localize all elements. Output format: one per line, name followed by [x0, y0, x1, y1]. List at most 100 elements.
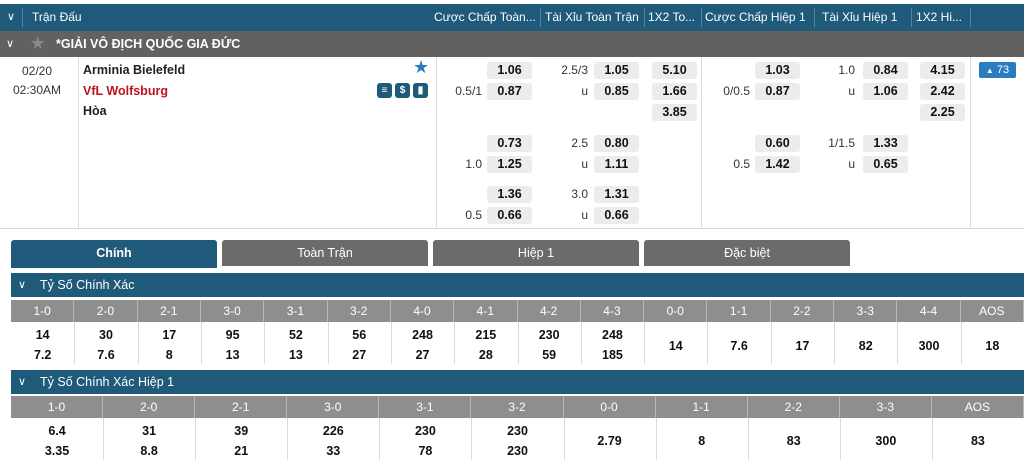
collapse-all-chevron-icon[interactable]: ∨ [7, 4, 15, 31]
stream-icon[interactable]: ≡ [377, 83, 392, 98]
cs1-odds-3-3[interactable]: 300 [840, 434, 932, 448]
ah-home-odds-3[interactable]: 1.36 [487, 186, 532, 203]
cs1-odds-1-1[interactable]: 8 [656, 434, 748, 448]
cs-header-3-1: 3-1 [264, 300, 328, 322]
cs1-odds-2-0-home[interactable]: 31 [103, 424, 195, 438]
h1-ah-away-odds-2[interactable]: 1.42 [755, 156, 800, 173]
tab-main[interactable]: Chính [11, 240, 217, 266]
h1-ou-line-1: 1.0 [838, 63, 855, 77]
league-row[interactable]: ∨ ★ *GIẢI VÔ ĐỊCH QUỐC GIA ĐỨC [0, 31, 1024, 57]
cs-odds-3-0-away[interactable]: 13 [201, 348, 264, 362]
cs-odds-3-3[interactable]: 82 [834, 339, 897, 353]
cs1-odds-3-0-home[interactable]: 226 [287, 424, 379, 438]
cs-odds-4-0-home[interactable]: 248 [391, 328, 454, 342]
correct-score-h1-title: Tỷ Số Chính Xác Hiệp 1 [40, 375, 175, 389]
cs1-odds-3-2-away[interactable]: 230 [471, 444, 563, 458]
tab-full-match[interactable]: Toàn Trận [222, 240, 428, 266]
h1-ou-over-odds-2[interactable]: 1.33 [863, 135, 908, 152]
cs-odds-4-1-away[interactable]: 28 [454, 348, 517, 362]
cs1-odds-0-0[interactable]: 2.79 [564, 434, 656, 448]
ou-over-odds-2[interactable]: 0.80 [594, 135, 639, 152]
cs-odds-3-1-home[interactable]: 52 [264, 328, 327, 342]
cs-odds-1-1[interactable]: 7.6 [707, 339, 770, 353]
1x2-draw-odds[interactable]: 3.85 [652, 104, 697, 121]
cs1-odds-3-1-home[interactable]: 230 [379, 424, 471, 438]
cs-odds-4-4[interactable]: 300 [897, 339, 960, 353]
cs-odds-1-0-away[interactable]: 7.2 [11, 348, 74, 362]
1x2-home-odds[interactable]: 5.10 [652, 62, 697, 79]
h1-ah-home-odds-1[interactable]: 1.03 [755, 62, 800, 79]
cs-odds-4-2-home[interactable]: 230 [518, 328, 581, 342]
cs1-odds-3-2-home[interactable]: 230 [471, 424, 563, 438]
tab-special[interactable]: Đặc biệt [644, 240, 850, 266]
cs-odds-4-3-home[interactable]: 248 [581, 328, 644, 342]
ah-away-odds-3[interactable]: 0.66 [487, 207, 532, 224]
h1-ou-under-odds-2[interactable]: 0.65 [863, 156, 908, 173]
cs-odds-0-0[interactable]: 14 [644, 339, 707, 353]
correct-score-h1-section-header[interactable]: ∨ Tỷ Số Chính Xác Hiệp 1 [11, 370, 1024, 394]
cs-odds-2-0-away[interactable]: 7.6 [74, 348, 137, 362]
home-team-name[interactable]: Arminia Bielefeld [83, 63, 185, 77]
ou-over-odds-1[interactable]: 1.05 [594, 62, 639, 79]
cs-odds-4-2-away[interactable]: 59 [518, 348, 581, 362]
cs-odds-3-2-away[interactable]: 27 [328, 348, 391, 362]
cs-odds-4-0-away[interactable]: 27 [391, 348, 454, 362]
ah-away-odds-2[interactable]: 1.25 [487, 156, 532, 173]
cs1-odds-aos[interactable]: 83 [932, 434, 1024, 448]
cs-odds-1-0-home[interactable]: 14 [11, 328, 74, 342]
h1-ah-home-odds-2[interactable]: 0.60 [755, 135, 800, 152]
cs-header-2-0: 2-0 [74, 300, 138, 322]
correct-score-h1-header-row: 1-0 2-0 2-1 3-0 3-1 3-2 0-0 1-1 2-2 3-3 AOS [11, 396, 1024, 418]
h1-1x2-home-odds[interactable]: 4.15 [920, 62, 965, 79]
cs1-odds-3-0-away[interactable]: 33 [287, 444, 379, 458]
stats-chart-icon[interactable]: ▮ [413, 83, 428, 98]
section-collapse-chevron-icon[interactable]: ∨ [18, 273, 26, 297]
cs-odds-aos[interactable]: 18 [961, 339, 1024, 353]
cs1-header-1-1: 1-1 [656, 396, 748, 418]
section-h1-collapse-chevron-icon[interactable]: ∨ [18, 370, 26, 394]
ou-under-label-3: u [581, 208, 588, 222]
cs-odds-2-1-home[interactable]: 17 [138, 328, 201, 342]
cs-odds-3-1-away[interactable]: 13 [264, 348, 327, 362]
cs1-odds-2-1-home[interactable]: 39 [195, 424, 287, 438]
col-header-1x2-full: 1X2 To... [648, 10, 696, 24]
cs1-odds-1-0-home[interactable]: 6.4 [11, 424, 103, 438]
away-team-name[interactable]: VfL Wolfsburg [83, 84, 168, 98]
cs-odds-3-2-home[interactable]: 56 [328, 328, 391, 342]
odds-dollar-icon[interactable]: $ [395, 83, 410, 98]
more-markets-button[interactable]: ▲ 73 [979, 62, 1016, 78]
1x2-away-odds[interactable]: 1.66 [652, 83, 697, 100]
ou-under-odds-2[interactable]: 1.11 [594, 156, 639, 173]
ah-home-odds-1[interactable]: 1.06 [487, 62, 532, 79]
cs-odds-4-3-away[interactable]: 185 [581, 348, 644, 362]
match-favorite-star-icon[interactable]: ★ [413, 57, 429, 78]
h1-ou-over-odds-1[interactable]: 0.84 [863, 62, 908, 79]
cs1-odds-1-0-away[interactable]: 3.35 [11, 444, 103, 458]
match-column-header: Trận Đấu [32, 10, 82, 24]
cs-odds-2-0-home[interactable]: 30 [74, 328, 137, 342]
ah-away-odds-1[interactable]: 0.87 [487, 83, 532, 100]
tab-first-half[interactable]: Hiệp 1 [433, 240, 639, 266]
cs-header-4-3: 4-3 [581, 300, 645, 322]
ou-over-odds-3[interactable]: 1.31 [594, 186, 639, 203]
ou-under-odds-3[interactable]: 0.66 [594, 207, 639, 224]
h1-ou-under-odds-1[interactable]: 1.06 [863, 83, 908, 100]
cs-odds-2-2[interactable]: 17 [771, 339, 834, 353]
cs-header-0-0: 0-0 [644, 300, 708, 322]
league-collapse-chevron-icon[interactable]: ∨ [6, 31, 14, 57]
cs1-odds-2-2[interactable]: 83 [748, 434, 840, 448]
h1-1x2-away-odds[interactable]: 2.42 [920, 83, 965, 100]
correct-score-section-header[interactable]: ∨ Tỷ Số Chính Xác [11, 273, 1024, 297]
cs-odds-2-1-away[interactable]: 8 [138, 348, 201, 362]
league-favorite-star-icon[interactable]: ★ [31, 31, 44, 57]
h1-ah-away-odds-1[interactable]: 0.87 [755, 83, 800, 100]
ou-under-odds-1[interactable]: 0.85 [594, 83, 639, 100]
cs1-odds-2-0-away[interactable]: 8.8 [103, 444, 195, 458]
cs-odds-4-1-home[interactable]: 215 [454, 328, 517, 342]
cs1-odds-2-1-away[interactable]: 21 [195, 444, 287, 458]
cs-header-aos: AOS [961, 300, 1024, 322]
cs1-odds-3-1-away[interactable]: 78 [379, 444, 471, 458]
cs-odds-3-0-home[interactable]: 95 [201, 328, 264, 342]
h1-1x2-draw-odds[interactable]: 2.25 [920, 104, 965, 121]
ah-home-odds-2[interactable]: 0.73 [487, 135, 532, 152]
